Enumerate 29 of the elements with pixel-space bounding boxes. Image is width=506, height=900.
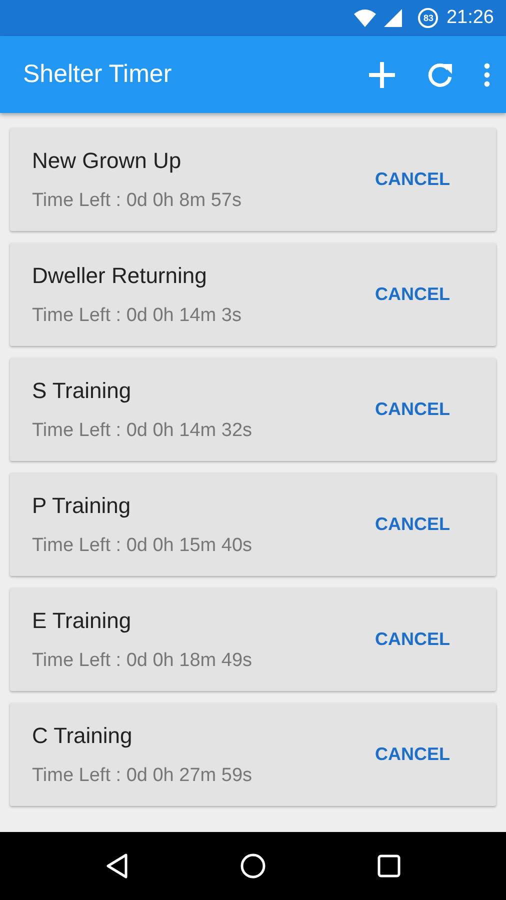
time-left: Time Left : 0d 0h 18m 49s <box>32 650 254 672</box>
cancel-button[interactable]: CANCEL <box>355 621 474 658</box>
timer-name: P Training <box>32 492 132 518</box>
timer-name: C Training <box>32 722 134 748</box>
time-left: Time Left : 0d 0h 27m 59s <box>32 764 254 786</box>
cancel-button[interactable]: CANCEL <box>355 506 474 543</box>
cancel-button[interactable]: CANCEL <box>355 276 474 313</box>
time-left: Time Left : 0d 0h 14m 3s <box>32 304 242 326</box>
timer-name: Dweller Returning <box>32 262 208 288</box>
app-title: Shelter Timer <box>23 60 173 89</box>
home-icon[interactable] <box>240 853 266 879</box>
time-left: Time Left : 0d 0h 15m 40s <box>32 534 254 556</box>
battery-level: 83 <box>418 8 438 28</box>
menu-icon[interactable] <box>484 62 490 86</box>
clock: 21:26 <box>446 7 494 29</box>
time-left: Time Left : 0d 0h 8m 57s <box>32 190 242 212</box>
cancel-button[interactable]: CANCEL <box>355 391 474 428</box>
timer-name: S Training <box>32 378 132 404</box>
cancel-button[interactable]: CANCEL <box>355 736 474 773</box>
recents-icon[interactable] <box>376 854 401 878</box>
back-icon[interactable] <box>105 853 130 879</box>
plus-icon[interactable] <box>368 60 396 88</box>
refresh-icon[interactable] <box>426 60 454 88</box>
wifi-icon <box>354 9 376 27</box>
cancel-button[interactable]: CANCEL <box>355 161 474 198</box>
timer-name: New Grown Up <box>32 148 182 174</box>
timer-name: E Training <box>32 608 132 634</box>
signal-icon <box>384 9 402 27</box>
time-left: Time Left : 0d 0h 14m 32s <box>32 420 254 442</box>
